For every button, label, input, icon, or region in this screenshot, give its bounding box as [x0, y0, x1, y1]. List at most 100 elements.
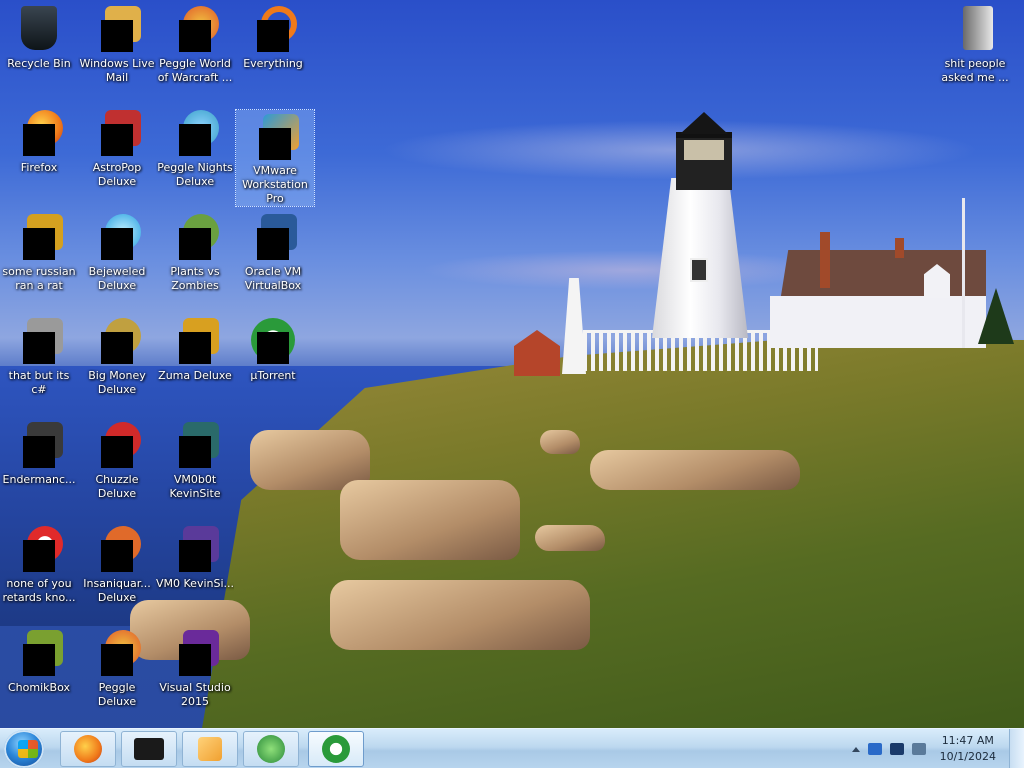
redaction-box	[101, 436, 133, 468]
icon-label: none of you retards kno...	[2, 577, 76, 604]
desktop-icon-that-but-csharp[interactable]: that but its c#	[0, 314, 78, 397]
desktop-icon-chuzzle[interactable]: Chuzzle Deluxe	[78, 418, 156, 501]
desktop-icon-none-of-you[interactable]: none of you retards kno...	[0, 522, 78, 605]
wallpaper-chimney	[820, 232, 830, 288]
volume-icon[interactable]	[911, 743, 926, 755]
redaction-box	[101, 20, 133, 52]
taskbar-firefox-button[interactable]	[60, 731, 116, 767]
desktop-icon-bejeweled[interactable]: Bejeweled Deluxe	[78, 210, 156, 293]
desktop-icon-astropop[interactable]: AstroPop Deluxe	[78, 106, 156, 189]
show-desktop-button[interactable]	[1009, 729, 1024, 768]
icon-label: µTorrent	[250, 369, 296, 382]
taskbar-download-manager-button[interactable]	[243, 731, 299, 767]
desktop-icon-everything[interactable]: Everything	[234, 2, 312, 71]
utorrent-icon	[322, 735, 350, 763]
terminal-icon	[134, 738, 164, 760]
desktop-icon-visual-studio-2015[interactable]: Visual Studio 2015	[156, 626, 234, 709]
windows-logo-icon	[18, 740, 38, 758]
wallpaper-rock	[540, 430, 580, 454]
redaction-box	[23, 228, 55, 260]
desktop-icon-vm0b0t-kevinsite[interactable]: VM0b0t KevinSite	[156, 418, 234, 501]
wallpaper-lantern-glass	[684, 140, 724, 160]
redaction-box	[101, 228, 133, 260]
icon-label: some russian ran a rat	[2, 265, 76, 292]
redaction-box	[23, 124, 55, 156]
folder-icon	[963, 6, 993, 50]
wallpaper-house	[770, 296, 986, 348]
icon-label: Big Money Deluxe	[88, 369, 146, 396]
download-icon	[257, 735, 285, 763]
desktop-icon-firefox[interactable]: Firefox	[0, 106, 78, 175]
redaction-box	[179, 540, 211, 572]
wallpaper-lighthouse-window	[690, 258, 708, 282]
redaction-box	[101, 332, 133, 364]
desktop-icon-russian-rat[interactable]: some russian ran a rat	[0, 210, 78, 293]
desktop-icon-virtualbox[interactable]: Oracle VM VirtualBox	[234, 210, 312, 293]
redaction-box	[101, 124, 133, 156]
clock-time: 11:47 AM	[941, 734, 994, 747]
clock[interactable]: 11:47 AM 10/1/2024	[940, 733, 996, 765]
icon-label: Windows Live Mail	[79, 57, 155, 84]
desktop-icon-endermanc[interactable]: Endermanc...	[0, 418, 78, 487]
taskbar-media-player-button[interactable]	[182, 731, 238, 767]
desktop-icon-utorrent[interactable]: µTorrent	[234, 314, 312, 383]
start-button[interactable]	[4, 730, 44, 768]
desktop-icon-zuma[interactable]: Zuma Deluxe	[156, 314, 234, 383]
redaction-box	[257, 228, 289, 260]
taskbar-utorrent-button[interactable]	[308, 731, 364, 767]
icon-label: Recycle Bin	[7, 57, 71, 70]
icon-label: Oracle VM VirtualBox	[244, 265, 302, 292]
icon-label: Visual Studio 2015	[159, 681, 231, 708]
clock-date: 10/1/2024	[939, 750, 996, 763]
icon-label: that but its c#	[8, 369, 70, 396]
desktop-icon-big-money[interactable]: Big Money Deluxe	[78, 314, 156, 397]
wallpaper-shed	[514, 330, 560, 376]
icon-label: VM0b0t KevinSite	[169, 473, 221, 500]
icon-label: Everything	[243, 57, 303, 70]
desktop-icon-insaniquarium[interactable]: Insaniquar... Deluxe	[78, 522, 156, 605]
taskbar: 11:47 AM 10/1/2024	[0, 728, 1024, 768]
desktop-icon-recycle-bin[interactable]: Recycle Bin	[0, 2, 78, 71]
media-player-icon	[198, 737, 222, 761]
redaction-box	[23, 436, 55, 468]
display-icon[interactable]	[889, 743, 904, 755]
desktop-icon-shit-people-asked[interactable]: shit people asked me ...	[936, 2, 1014, 85]
icon-label: Peggle Deluxe	[97, 681, 137, 708]
redaction-box	[257, 20, 289, 52]
wallpaper-rock	[535, 525, 605, 551]
redaction-box	[259, 128, 291, 160]
desktop-icon-peggle-deluxe[interactable]: Peggle Deluxe	[78, 626, 156, 709]
redaction-box	[179, 20, 211, 52]
network-icon[interactable]	[867, 743, 882, 755]
wallpaper-rock	[590, 450, 800, 490]
redaction-box	[23, 540, 55, 572]
redaction-box	[23, 644, 55, 676]
firefox-icon	[74, 735, 102, 763]
redaction-box	[101, 644, 133, 676]
redaction-box	[257, 332, 289, 364]
desktop-icon-peggle-nights[interactable]: Peggle Nights Deluxe	[156, 106, 234, 189]
desktop-icon-windows-live-mail[interactable]: Windows Live Mail	[78, 2, 156, 85]
redaction-box	[179, 332, 211, 364]
desktop-icon-peggle-wow[interactable]: Peggle World of Warcraft ...	[156, 2, 234, 85]
redaction-box	[179, 644, 211, 676]
icon-label: ChomikBox	[8, 681, 70, 694]
icon-label: Zuma Deluxe	[158, 369, 232, 382]
wallpaper-rock	[340, 480, 520, 560]
icon-label: Chuzzle Deluxe	[95, 473, 139, 500]
desktop[interactable]: Recycle Bin Windows Live Mail Peggle Wor…	[0, 0, 1024, 768]
icon-label: Insaniquar... Deluxe	[83, 577, 151, 604]
redaction-box	[101, 540, 133, 572]
recycle-bin-icon	[21, 6, 57, 50]
desktop-icon-vm0-kevinsite[interactable]: VM0 KevinSi...	[156, 522, 234, 591]
desktop-icon-vmware[interactable]: VMware Workstation Pro	[235, 109, 315, 207]
taskbar-terminal-button[interactable]	[121, 731, 177, 767]
wallpaper-house-roof	[780, 250, 986, 302]
redaction-box	[179, 124, 211, 156]
desktop-icon-chomikbox[interactable]: ChomikBox	[0, 626, 78, 695]
wallpaper-flagpole	[962, 198, 965, 348]
icon-label: Peggle Nights Deluxe	[157, 161, 233, 188]
wallpaper-chimney	[895, 238, 904, 258]
desktop-icon-plants-vs-zombies[interactable]: Plants vs Zombies	[156, 210, 234, 293]
show-hidden-icons-icon[interactable]	[851, 746, 860, 752]
